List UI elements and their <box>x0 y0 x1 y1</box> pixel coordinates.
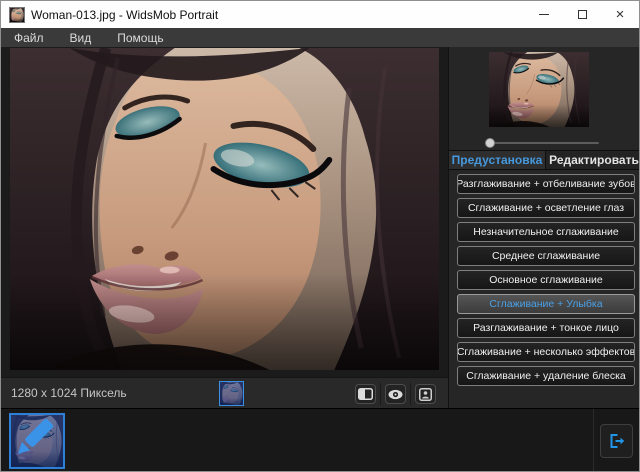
preset-smooth-remove-shine[interactable]: Сглаживание + удаление блеска <box>457 366 635 386</box>
zoom-slider[interactable] <box>485 137 599 149</box>
navigator-preview-thumbnail[interactable] <box>489 52 589 127</box>
portrait-detect-button[interactable] <box>415 384 436 404</box>
zoom-slider-handle[interactable] <box>485 138 495 148</box>
export-button[interactable] <box>600 424 633 458</box>
compare-split-button[interactable] <box>355 384 376 404</box>
eye-icon <box>388 389 403 400</box>
panel-tabs: Предустановка Редактировать <box>449 150 640 170</box>
status-mini-thumbnail[interactable] <box>219 381 244 406</box>
window-title: Woman-013.jpg - WidsMob Portrait <box>31 8 218 22</box>
divider <box>410 383 411 405</box>
preset-smooth-multiple-effects[interactable]: Сглаживание + несколько эффектов <box>457 342 635 362</box>
filmstrip-thumbnail-selected[interactable] <box>9 413 65 469</box>
menu-help[interactable]: Помощь <box>104 28 176 47</box>
app-icon <box>9 7 25 23</box>
menu-view[interactable]: Вид <box>57 28 105 47</box>
photo-canvas <box>1 47 448 377</box>
tab-edit[interactable]: Редактировать <box>546 151 640 169</box>
minimize-icon <box>539 14 549 15</box>
maximize-icon <box>578 10 587 19</box>
preset-smooth-whiten-teeth[interactable]: Разглаживание + отбеливание зубов <box>457 174 635 194</box>
divider <box>593 409 594 472</box>
close-icon: × <box>616 7 625 22</box>
blue-tint-overlay <box>220 382 243 405</box>
preset-list: Разглаживание + отбеливание зубов Сглажи… <box>457 174 635 386</box>
preset-basic-smoothing[interactable]: Основное сглаживание <box>457 270 635 290</box>
menu-file[interactable]: Файл <box>1 28 57 47</box>
portrait-frame-icon <box>419 388 432 401</box>
preset-medium-smoothing[interactable]: Среднее сглаживание <box>457 246 635 266</box>
pencil-edit-icon <box>9 413 60 464</box>
preview-original-button[interactable] <box>385 384 406 404</box>
menu-bar: Файл Вид Помощь <box>1 28 639 47</box>
preset-smoothing-smile[interactable]: Сглаживание + Улыбка <box>457 294 635 314</box>
compare-split-icon <box>358 388 373 400</box>
status-bar-buttons <box>355 383 436 405</box>
image-dimensions-label: 1280 x 1024 Пиксель <box>11 378 127 408</box>
preset-smooth-thin-face[interactable]: Разглаживание + тонкое лицо <box>457 318 635 338</box>
right-panel: Предустановка Редактировать Разглаживани… <box>448 47 640 408</box>
window-controls: × <box>525 1 639 28</box>
divider <box>380 383 381 405</box>
status-bar: 1280 x 1024 Пиксель <box>1 377 448 408</box>
main-photo[interactable] <box>10 48 439 370</box>
title-bar: Woman-013.jpg - WidsMob Portrait × <box>1 1 639 28</box>
close-button[interactable]: × <box>601 1 639 28</box>
zoom-slider-track[interactable] <box>485 142 599 144</box>
preset-smooth-brighten-eyes[interactable]: Сглаживание + осветление глаз <box>457 198 635 218</box>
minimize-button[interactable] <box>525 1 563 28</box>
maximize-button[interactable] <box>563 1 601 28</box>
filmstrip <box>1 408 640 472</box>
export-icon <box>608 433 626 449</box>
preset-slight-smoothing[interactable]: Незначительное сглаживание <box>457 222 635 242</box>
app-window: Woman-013.jpg - WidsMob Portrait × Файл … <box>0 0 640 472</box>
tab-presets[interactable]: Предустановка <box>449 151 546 169</box>
